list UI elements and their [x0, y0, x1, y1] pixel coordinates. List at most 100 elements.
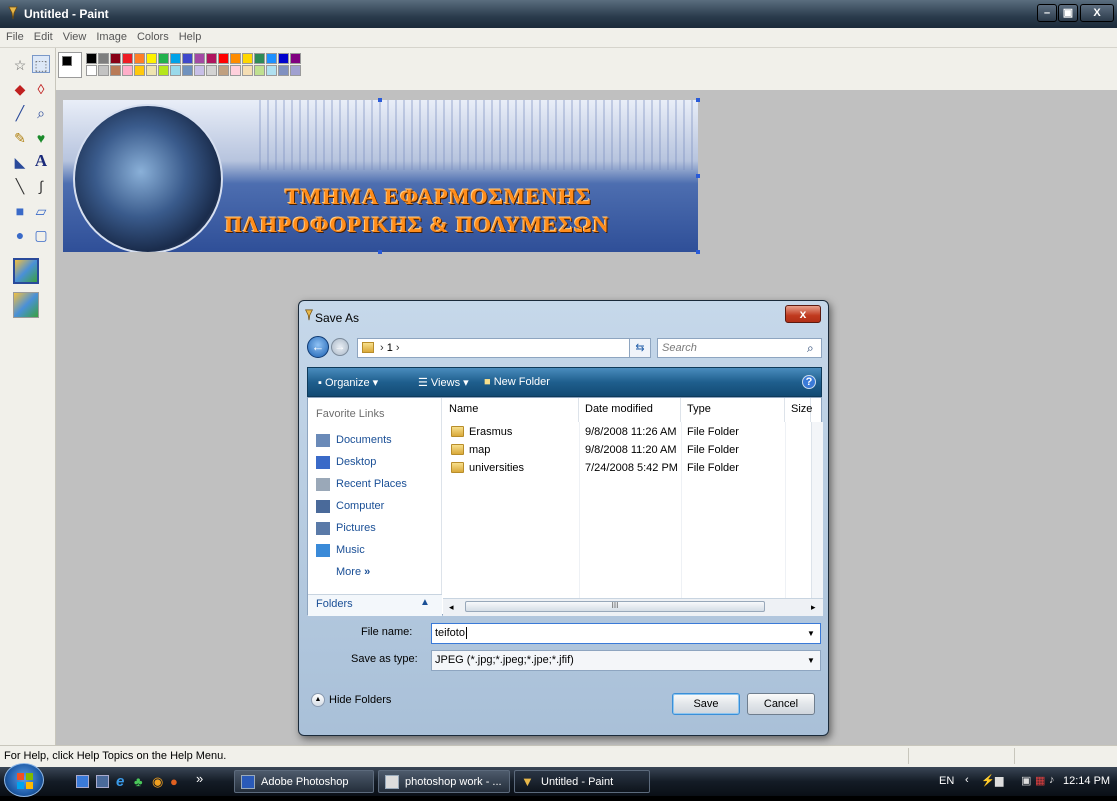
views-button[interactable]: ☰ Views ▾	[418, 376, 469, 389]
airbrush-icon[interactable]: ◣	[11, 153, 29, 171]
free-select-icon[interactable]: ☆	[11, 56, 29, 74]
color-swatch[interactable]	[242, 65, 253, 76]
favorite-music[interactable]: Music	[316, 544, 365, 562]
menu-edit[interactable]: Edit	[28, 28, 57, 43]
new-folder-button[interactable]: ■ New Folder	[484, 376, 550, 388]
selection-handle[interactable]	[378, 250, 382, 254]
task-photoshop[interactable]: Adobe Photoshop	[234, 770, 374, 793]
column-size[interactable]: Size	[785, 398, 812, 422]
task-photoshop-work[interactable]: photoshop work - ...	[378, 770, 510, 793]
scroll-thumb[interactable]: III	[465, 601, 765, 612]
minimize-button[interactable]: –	[1037, 4, 1057, 22]
language-indicator[interactable]: EN	[939, 775, 954, 787]
save-button[interactable]: Save	[672, 693, 740, 715]
close-button[interactable]: X	[1080, 4, 1114, 22]
selection-handle[interactable]	[696, 98, 700, 102]
menu-file[interactable]: File	[0, 28, 28, 43]
selection-handle[interactable]	[696, 174, 700, 178]
color-swatch[interactable]	[86, 65, 97, 76]
eraser-icon[interactable]: ◆	[11, 80, 29, 98]
color-swatch[interactable]	[230, 53, 241, 64]
color-swatch[interactable]	[158, 53, 169, 64]
tray-expand-icon[interactable]: ‹	[965, 774, 969, 786]
organize-button[interactable]: ▪ Organize ▾	[318, 376, 378, 389]
color-swatch[interactable]	[242, 53, 253, 64]
opaque-mode-icon[interactable]	[13, 258, 39, 284]
file-name-input[interactable]: teifoto ▼	[431, 623, 821, 644]
device-icon[interactable]: ▣	[1021, 774, 1031, 787]
help-icon[interactable]: ?	[802, 375, 816, 389]
text-tool-icon[interactable]: A	[32, 152, 50, 170]
color-swatch[interactable]	[194, 65, 205, 76]
color-picker-icon[interactable]: ╱	[11, 104, 29, 122]
color-swatch[interactable]	[218, 53, 229, 64]
menu-colors[interactable]: Colors	[131, 28, 173, 43]
vertical-scrollbar[interactable]	[811, 422, 823, 598]
color-swatch[interactable]	[146, 53, 157, 64]
rectangle-tool-icon[interactable]: ■	[11, 202, 29, 220]
firefox-icon[interactable]: ●	[170, 774, 178, 789]
color-swatch[interactable]	[278, 65, 289, 76]
media-icon[interactable]: ◉	[152, 774, 163, 790]
clock[interactable]: 12:14 PM	[1063, 775, 1110, 787]
color-swatch[interactable]	[134, 65, 145, 76]
volume-icon[interactable]: ♪	[1049, 774, 1055, 786]
color-swatch[interactable]	[146, 65, 157, 76]
transparent-mode-icon[interactable]	[13, 292, 39, 318]
color-swatch[interactable]	[278, 53, 289, 64]
pencil-icon[interactable]: ✎	[11, 129, 29, 147]
refresh-icon[interactable]: ⇆	[629, 338, 651, 358]
color-swatch[interactable]	[266, 65, 277, 76]
forward-arrow-icon[interactable]: →	[331, 338, 349, 356]
column-type[interactable]: Type	[681, 398, 785, 422]
internet-explorer-icon[interactable]: e	[116, 773, 124, 790]
color-swatch[interactable]	[254, 65, 265, 76]
color-swatch[interactable]	[206, 65, 217, 76]
favorite-computer[interactable]: Computer	[316, 500, 384, 518]
menu-view[interactable]: View	[57, 28, 91, 43]
color-swatch[interactable]	[206, 53, 217, 64]
color-swatch[interactable]	[254, 53, 265, 64]
show-desktop-icon[interactable]	[76, 775, 89, 788]
start-button[interactable]	[4, 763, 44, 797]
favorite-documents[interactable]: Documents	[316, 434, 392, 452]
table-row[interactable]: Erasmus 9/8/2008 11:26 AM File Folder	[443, 424, 823, 442]
color-swatch[interactable]	[110, 65, 121, 76]
color-swatch[interactable]	[194, 53, 205, 64]
scroll-left-icon[interactable]: ◂	[449, 602, 454, 613]
magnifier-icon[interactable]: ⌕	[32, 104, 50, 122]
scroll-right-icon[interactable]: ▸	[811, 602, 816, 613]
alert-icon[interactable]: ▦	[1035, 774, 1045, 787]
color-swatch[interactable]	[134, 53, 145, 64]
display-icon[interactable]: ▆	[995, 774, 1003, 787]
color-swatch[interactable]	[290, 53, 301, 64]
selection-handle[interactable]	[696, 250, 700, 254]
color-swatch[interactable]	[218, 65, 229, 76]
chevron-down-icon[interactable]: ▼	[804, 626, 818, 641]
table-row[interactable]: universities 7/24/2008 5:42 PM File Fold…	[443, 460, 823, 478]
color-swatch[interactable]	[290, 65, 301, 76]
color-swatch[interactable]	[122, 65, 133, 76]
chevron-up-icon[interactable]: ▲	[420, 597, 430, 608]
color-swatch[interactable]	[182, 53, 193, 64]
fill-bucket-icon[interactable]: ◊	[32, 80, 50, 98]
color-swatch[interactable]	[170, 53, 181, 64]
messenger-icon[interactable]: ♣	[134, 774, 143, 789]
favorite-pictures[interactable]: Pictures	[316, 522, 376, 540]
save-type-select[interactable]: JPEG (*.jpg;*.jpeg;*.jpe;*.jfif) ▼	[431, 650, 821, 671]
search-icon[interactable]: ⌕	[807, 341, 814, 356]
menu-help[interactable]: Help	[173, 28, 206, 43]
favorite-desktop[interactable]: Desktop	[316, 456, 376, 474]
network-icon[interactable]: ⚡	[981, 774, 995, 787]
maximize-button[interactable]: ▣	[1058, 4, 1078, 22]
color-swatch[interactable]	[266, 53, 277, 64]
cancel-button[interactable]: Cancel	[747, 693, 815, 715]
color-swatch[interactable]	[86, 53, 97, 64]
ellipse-tool-icon[interactable]: ●	[11, 226, 29, 244]
rect-select-icon[interactable]: ⬚	[32, 55, 50, 73]
favorite-recent-places[interactable]: Recent Places	[316, 478, 407, 496]
curve-tool-icon[interactable]: ∫	[32, 177, 50, 195]
color-swatch[interactable]	[182, 65, 193, 76]
column-date-modified[interactable]: Date modified	[579, 398, 681, 422]
rounded-rect-tool-icon[interactable]: ▢	[32, 226, 50, 244]
